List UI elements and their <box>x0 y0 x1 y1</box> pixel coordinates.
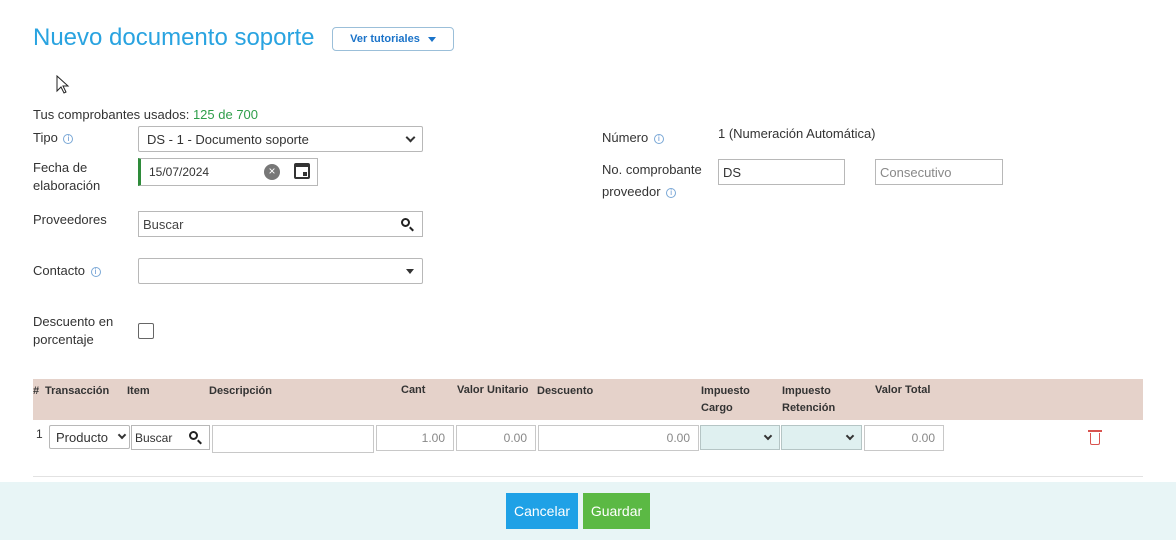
descuento-label: Descuento en porcentaje <box>33 314 114 347</box>
caret-down-icon <box>427 36 436 42</box>
info-icon[interactable]: i <box>63 133 74 144</box>
comprobante-prefix-input[interactable]: DS <box>718 159 845 185</box>
col-item: Item <box>127 385 150 397</box>
fecha-label: Fecha de elaboración <box>33 160 101 193</box>
consecutivo-input[interactable]: Consecutivo <box>875 159 1003 185</box>
page-title: Nuevo documento soporte <box>33 24 315 51</box>
info-icon[interactable]: i <box>666 187 677 198</box>
proveedores-search[interactable]: Buscar <box>138 211 423 237</box>
col-num: # <box>33 385 40 397</box>
proveedores-label: Proveedores <box>33 212 107 227</box>
tutorials-label: Ver tutoriales <box>350 33 420 45</box>
usage-count: 125 de 700 <box>192 107 259 122</box>
transaccion-select[interactable]: Producto <box>49 425 130 449</box>
chevron-down-icon <box>117 430 127 440</box>
fecha-input[interactable]: 15/07/2024 × <box>138 158 318 186</box>
fecha-value: 15/07/2024 <box>149 165 210 179</box>
contacto-label: Contacto i <box>33 262 101 280</box>
save-button[interactable]: Guardar <box>583 493 650 529</box>
usage-info: Tus comprobantes usados: 125 de 700 <box>33 107 258 122</box>
proveedores-placeholder: Buscar <box>143 216 184 232</box>
impuesto-retencion-select[interactable] <box>781 425 862 450</box>
cancel-button[interactable]: Cancelar <box>506 493 578 529</box>
tipo-label: Tipo i <box>33 129 74 147</box>
caret-down-icon <box>406 268 414 274</box>
impuesto-cargo-select[interactable] <box>700 425 780 450</box>
usage-label: Tus comprobantes usados: <box>33 107 190 122</box>
mouse-cursor-icon <box>56 75 70 94</box>
calendar-icon[interactable] <box>294 163 310 179</box>
col-valor-unitario: Valor Unitario <box>457 384 529 396</box>
search-icon[interactable] <box>189 431 198 440</box>
info-icon[interactable]: i <box>90 266 101 277</box>
clear-icon[interactable]: × <box>264 164 280 180</box>
search-icon[interactable] <box>401 218 410 227</box>
cant-input[interactable]: 1.00 <box>376 425 454 451</box>
row-number: 1 <box>36 427 43 441</box>
col-impuesto-retencion: Impuesto Retención <box>782 385 836 414</box>
descuento-checkbox[interactable] <box>138 323 154 339</box>
chevron-down-icon <box>405 132 416 142</box>
items-table-header: # Transacción Item Descripción Cant Valo… <box>33 379 1143 420</box>
col-descuento: Descuento <box>537 385 594 397</box>
col-valor-total: Valor Total <box>875 384 931 396</box>
descripcion-textarea[interactable] <box>212 425 374 453</box>
item-placeholder: Buscar <box>135 430 173 445</box>
tutorials-button[interactable]: Ver tutoriales <box>332 27 454 51</box>
chevron-down-icon <box>845 431 855 440</box>
info-icon[interactable]: i <box>653 133 664 144</box>
col-cant: Cant <box>401 384 426 396</box>
descuento-input[interactable]: 0.00 <box>538 425 699 451</box>
col-descripcion: Descripción <box>209 385 272 397</box>
trash-icon[interactable] <box>1088 430 1102 445</box>
comprobante-label: No. comprobante proveedor i <box>602 162 702 199</box>
chevron-down-icon <box>763 431 773 440</box>
col-impuesto-cargo: Impuesto Cargo <box>701 385 750 414</box>
valor-unitario-input[interactable]: 0.00 <box>456 425 536 451</box>
numero-label: Número i <box>602 129 664 147</box>
numero-value: 1 (Numeración Automática) <box>718 126 876 141</box>
tipo-select[interactable]: DS - 1 - Documento soporte <box>138 126 423 152</box>
col-transaccion: Transacción <box>45 385 110 397</box>
transaccion-value: Producto <box>56 429 109 445</box>
divider <box>33 476 1143 477</box>
valor-total-field: 0.00 <box>864 425 944 451</box>
item-search[interactable]: Buscar <box>131 425 210 450</box>
tipo-value: DS - 1 - Documento soporte <box>147 131 309 147</box>
contacto-select[interactable] <box>138 258 423 284</box>
